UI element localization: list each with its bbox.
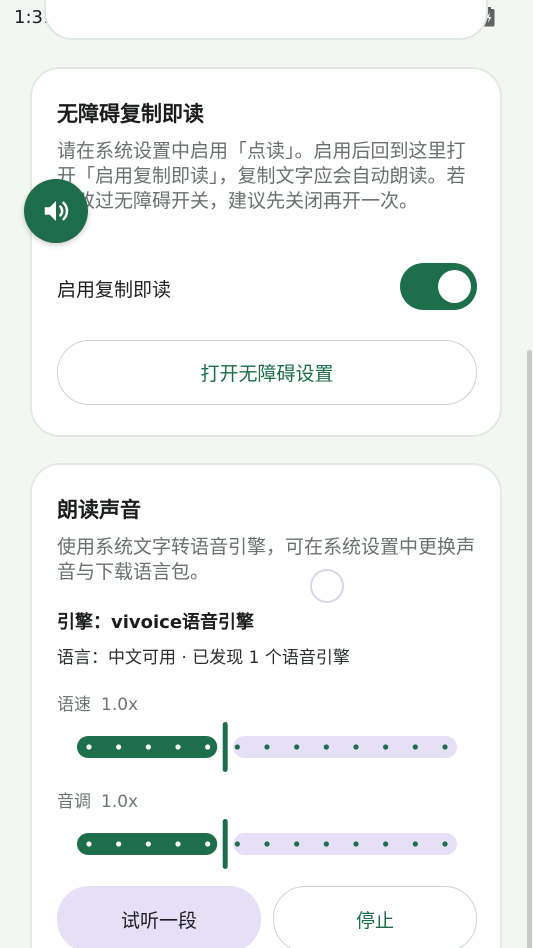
a11y-card-description: 请在系统设置中启用「点读」。启用后回到这里打开「启用复制即读」，复制文字应会自动… — [57, 140, 466, 212]
scrollbar[interactable] — [527, 350, 532, 948]
slider-tick — [442, 744, 448, 750]
slider-tick — [264, 841, 270, 847]
rate-slider[interactable] — [77, 722, 457, 772]
pitch-slider[interactable] — [77, 819, 457, 869]
slider-handle — [222, 722, 228, 772]
slider-tick — [294, 744, 300, 750]
a11y-card-title: 无障碍复制即读 — [57, 102, 204, 126]
floating-speaker-button[interactable] — [24, 179, 88, 243]
slider-tick — [383, 841, 389, 847]
slider-handle — [222, 819, 228, 869]
slider-tick — [175, 744, 181, 750]
rate-label: 语速 1.0x — [57, 690, 138, 715]
slider-tick — [294, 841, 300, 847]
voice-card-description: 使用系统文字转语音引擎，可在系统设置中更换声音与下载语言包。 — [57, 536, 476, 583]
slider-tick — [353, 744, 359, 750]
slider-tick — [145, 841, 151, 847]
voice-card: 朗读声音 使用系统文字转语音引擎，可在系统设置中更换声音与下载语言包。 引擎：v… — [30, 463, 502, 948]
speaker-icon — [44, 201, 69, 221]
open-a11y-settings-button[interactable]: 打开无障碍设置 — [57, 340, 477, 405]
pitch-label: 音调 1.0x — [57, 787, 138, 812]
a11y-card: 无障碍复制即读 请在系统设置中启用「点读」。启用后回到这里打开「启用复制即读」，… — [30, 67, 502, 437]
slider-tick — [205, 841, 211, 847]
slider-tick — [264, 744, 270, 750]
language-label: 语言：中文可用 · 已发现 1 个语音引擎 — [57, 648, 350, 668]
screen: 1:31 无障碍复制即读 请在系统设置中启用「点读」。启用后回到这里打开「启用复… — [0, 0, 533, 948]
slider-tick — [205, 744, 211, 750]
rate-value: 1.0x — [101, 695, 139, 715]
slider-tick — [86, 744, 92, 750]
slider-tick — [86, 841, 92, 847]
loading-spinner — [310, 569, 344, 603]
slider-tick — [353, 841, 359, 847]
slider-tick — [116, 841, 122, 847]
slider-tick — [383, 744, 389, 750]
pitch-value: 1.0x — [101, 792, 139, 812]
switch-knob — [438, 270, 471, 303]
slider-tick — [412, 744, 418, 750]
previous-card — [44, 0, 488, 40]
engine-label: 引擎：vivoice语音引擎 — [57, 612, 255, 633]
voice-card-title: 朗读声音 — [57, 498, 141, 522]
slider-tick — [175, 841, 181, 847]
copy-read-switch-label: 启用复制即读 — [57, 279, 172, 301]
rate-label-text: 语速 — [57, 695, 91, 715]
slider-tick — [116, 744, 122, 750]
slider-tick — [323, 744, 329, 750]
slider-tick — [234, 744, 240, 750]
slider-tick — [145, 744, 151, 750]
slider-tick — [442, 841, 448, 847]
slider-tick — [234, 841, 240, 847]
slider-tick — [412, 841, 418, 847]
copy-read-switch[interactable] — [400, 263, 477, 310]
slider-tick — [323, 841, 329, 847]
stop-button[interactable]: 停止 — [273, 886, 477, 948]
preview-button[interactable]: 试听一段 — [57, 886, 261, 948]
pitch-label-text: 音调 — [57, 792, 91, 812]
